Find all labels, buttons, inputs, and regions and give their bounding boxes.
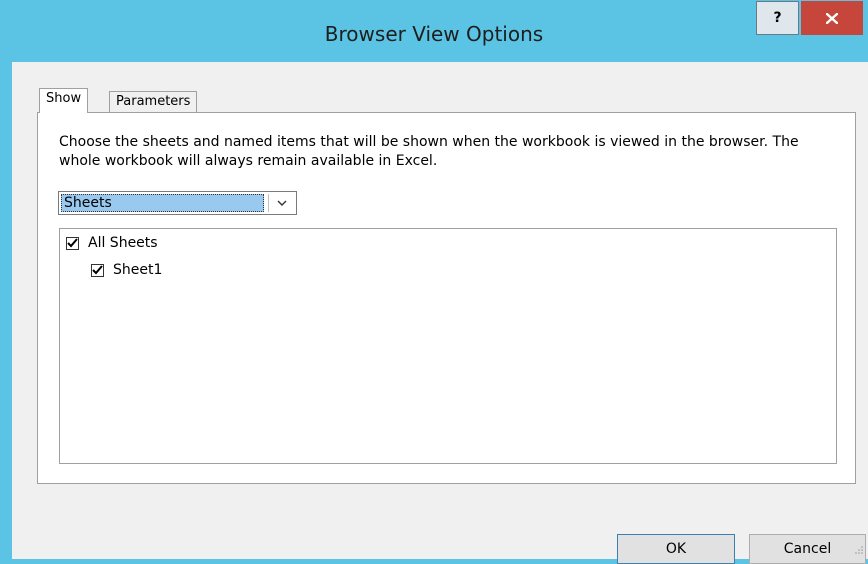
dialog-window: Browser View Options ? Show Parameters C… <box>0 0 868 564</box>
list-item-all-sheets[interactable]: All Sheets <box>66 235 158 251</box>
sheet1-checkbox[interactable] <box>91 263 104 277</box>
help-button[interactable]: ? <box>756 1 799 35</box>
sheet1-label: Sheet1 <box>113 262 163 278</box>
tab-parameters[interactable]: Parameters <box>109 91 198 113</box>
resize-grip-icon[interactable] <box>854 545 864 555</box>
dialog-title: Browser View Options <box>324 22 544 46</box>
close-icon <box>826 12 838 24</box>
title-bar[interactable]: Browser View Options ? <box>0 0 868 62</box>
cancel-button[interactable]: Cancel <box>749 534 866 564</box>
all-sheets-checkbox[interactable] <box>66 236 79 250</box>
description-text: Choose the sheets and named items that w… <box>59 134 799 169</box>
list-item-sheet1[interactable]: Sheet1 <box>91 262 162 278</box>
sheets-listbox[interactable]: All Sheets Sheet1 <box>59 228 837 464</box>
items-type-dropdown[interactable]: Sheets <box>58 191 297 215</box>
chevron-down-icon <box>277 200 286 206</box>
tab-show[interactable]: Show <box>39 88 89 113</box>
dropdown-selected-value: Sheets <box>61 194 264 212</box>
all-sheets-label: All Sheets <box>88 235 158 251</box>
show-tab-panel: Choose the sheets and named items that w… <box>37 112 856 484</box>
dropdown-arrow-button[interactable] <box>268 194 294 212</box>
ok-button[interactable]: OK <box>617 534 735 564</box>
close-button[interactable] <box>801 1 863 35</box>
dialog-body: Show Parameters Choose the sheets and na… <box>12 62 868 564</box>
check-icon <box>92 265 103 275</box>
check-icon <box>67 238 78 248</box>
